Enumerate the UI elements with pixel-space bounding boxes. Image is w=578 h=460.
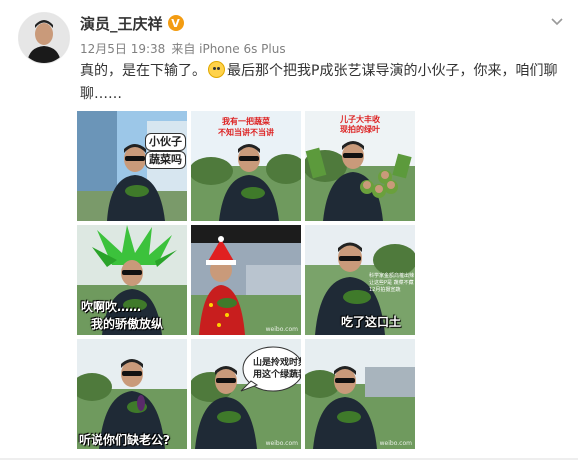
image-grid: 小伙子 蔬菜吗 我有一把蔬菜 不知当讲不当讲 儿子大丰收 现拍的绿叶 吹啊吹……… xyxy=(77,111,415,449)
grid-image-6[interactable]: 科学家金额商榷出辣 让这些P是 蔬菜不藏 12月拍摄宣蔬 吃了这口土 xyxy=(305,225,415,335)
post-date[interactable]: 12月5日 19:38 xyxy=(80,40,165,57)
image-6-small-text-2: 让这些P是 蔬菜不藏 xyxy=(369,280,414,286)
image-2-caption-2: 不知当讲不当讲 xyxy=(218,128,274,137)
image-3-caption-1: 儿子大丰收 xyxy=(340,115,380,124)
image-9-watermark: weibo.com xyxy=(379,440,412,447)
post-meta: 12月5日 19:38 来自 iPhone 6s Plus xyxy=(80,40,286,57)
image-4-caption-1: 吹啊吹…… xyxy=(81,300,142,314)
image-4-caption-2: 我的骄傲放纵 xyxy=(91,317,164,331)
post-source: 来自 iPhone 6s Plus xyxy=(171,42,286,56)
image-6-small-text-3: 12月拍摄宣蔬 xyxy=(369,287,401,293)
grid-image-8[interactable]: 山是拎戏时刻 用这个绿蔬装 weibo.com xyxy=(191,339,301,449)
image-6-caption-1: 吃了这口土 xyxy=(341,315,402,329)
author-name[interactable]: 演员_王庆祥 xyxy=(80,13,163,34)
image-8-caption-2: 用这个绿蔬装 xyxy=(253,370,301,380)
image-1-caption-2: 蔬菜吗 xyxy=(145,151,186,169)
grid-image-9[interactable]: weibo.com xyxy=(305,339,415,449)
grid-image-4[interactable]: 吹啊吹…… 我的骄傲放纵 xyxy=(77,225,187,335)
image-3-caption-2: 现拍的绿叶 xyxy=(340,125,380,134)
author-row: 演员_王庆祥 V xyxy=(80,12,184,34)
grid-image-7[interactable]: 听说你们缺老公? xyxy=(77,339,187,449)
image-1-caption-1: 小伙子 xyxy=(145,133,186,151)
image-6-small-text-1: 科学家金额商榷出辣 xyxy=(369,273,415,279)
emoji-icon xyxy=(208,61,225,78)
weibo-post: 演员_王庆祥 V 12月5日 19:38 来自 iPhone 6s Plus 真… xyxy=(0,0,578,460)
grid-image-3[interactable]: 儿子大丰收 现拍的绿叶 xyxy=(305,111,415,221)
image-7-caption-1: 听说你们缺老公? xyxy=(79,433,170,447)
post-text-part1: 真的，是在下输了。 xyxy=(80,63,206,79)
verified-badge-icon: V xyxy=(167,15,184,31)
image-2-caption-1: 我有一把蔬菜 xyxy=(222,117,270,126)
grid-image-2[interactable]: 我有一把蔬菜 不知当讲不当讲 xyxy=(191,111,301,221)
image-8-watermark: weibo.com xyxy=(265,440,298,447)
grid-image-1[interactable]: 小伙子 蔬菜吗 xyxy=(77,111,187,221)
avatar[interactable] xyxy=(18,12,70,64)
grid-image-5[interactable]: weibo.com xyxy=(191,225,301,335)
chevron-down-icon[interactable] xyxy=(550,14,564,28)
image-5-watermark: weibo.com xyxy=(265,326,298,333)
post-text: 真的，是在下输了。 最后那个把我P成张艺谋导演的小伙子，你来，咱们聊聊…… xyxy=(80,60,560,106)
